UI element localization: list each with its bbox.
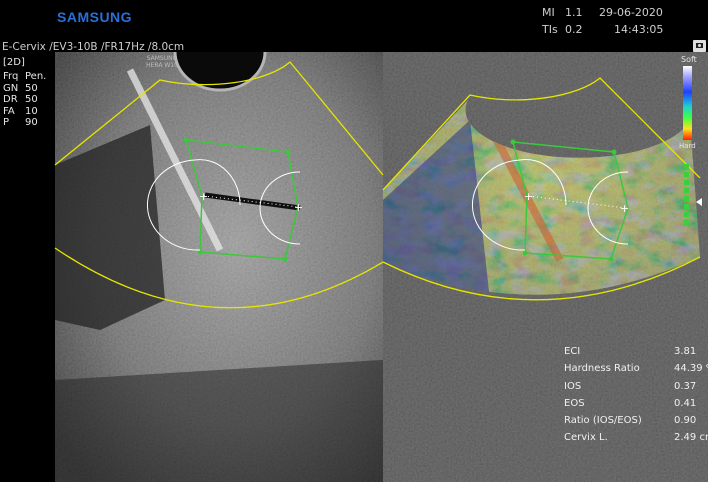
measurement-row-cervix-length: Cervix L. 2.49 cm <box>564 432 708 449</box>
measurement-label: Ratio (IOS/EOS) <box>564 415 642 427</box>
measurement-value: 2.49 cm <box>674 432 708 444</box>
measurement-value: 0.37 <box>674 380 697 392</box>
caliper-start-left[interactable]: + <box>199 190 208 203</box>
caliper-end-right[interactable]: + <box>620 202 629 215</box>
probe-watermark: SAMSUNG HERA W10 <box>146 55 178 69</box>
elasticity-colorbar <box>683 66 692 140</box>
colorbar-soft-label: Soft <box>681 55 697 64</box>
measurement-label: Hardness Ratio <box>564 363 640 375</box>
measurement-row-eci: ECI 3.81 <box>564 346 697 363</box>
measurement-value: 44.39 % <box>674 363 708 375</box>
measurement-label: ECI <box>564 346 581 357</box>
measurement-label: IOS <box>564 380 582 392</box>
measurement-label: EOS <box>564 397 585 409</box>
measurement-label: Cervix L. <box>564 432 608 444</box>
bmode-image <box>55 52 383 482</box>
colorbar-hard-label: Hard <box>679 142 696 150</box>
measurement-value: 3.81 <box>674 346 697 357</box>
measurement-row-ios: IOS 0.37 <box>564 380 697 398</box>
print-icon[interactable] <box>693 40 706 52</box>
measurement-row-ratio: Ratio (IOS/EOS) 0.90 <box>564 415 697 432</box>
caliper-end-left[interactable]: + <box>294 201 303 214</box>
measurement-value: 0.41 <box>674 397 697 409</box>
caliper-start-right[interactable]: + <box>524 190 533 203</box>
measurement-table: ECI 3.81 Hardness Ratio 44.39 % IOS 0.37… <box>564 346 708 450</box>
measurement-value: 0.90 <box>674 415 697 427</box>
measurement-row-eos: EOS 0.41 <box>564 397 697 415</box>
measurement-row-hardness-ratio: Hardness Ratio 44.39 % <box>564 363 708 380</box>
